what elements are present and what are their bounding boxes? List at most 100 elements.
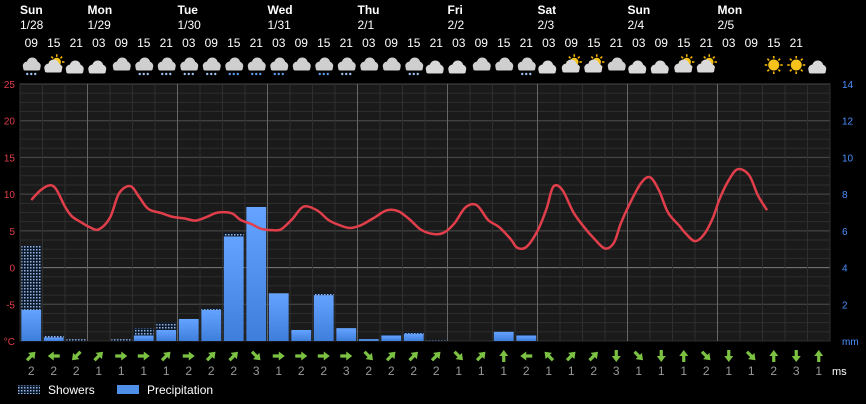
precipitation-bar (381, 335, 402, 341)
wind-arrow-shape (340, 351, 353, 361)
showers-legend-label: Showers (48, 383, 95, 397)
wind-arrow-shape (453, 350, 463, 361)
wind-arrow (769, 350, 779, 362)
wind-arrow (182, 351, 195, 361)
showers-bar (43, 335, 64, 338)
wind-arrow (160, 351, 171, 362)
wind-speed: 2 (230, 364, 237, 378)
wind-speed: 2 (73, 364, 80, 378)
sun-cloud-icon (696, 54, 717, 73)
precip-dot (138, 72, 141, 76)
wind-arrow-shape (679, 350, 689, 362)
wind-speed: 2 (590, 364, 597, 378)
sun-ray (789, 69, 793, 72)
precipitation-bar (156, 329, 177, 341)
sun-ray (599, 55, 603, 59)
wind-arrow-shape (182, 351, 195, 361)
wind-unit: ms (832, 366, 847, 378)
showers-bar (403, 331, 424, 334)
wind-arrow (228, 351, 238, 362)
moon-cloud-icon (808, 56, 827, 74)
cloud-part (135, 66, 153, 71)
cloud-snow-icon (22, 57, 41, 76)
day-date: 1/30 (178, 18, 202, 32)
cloud-part (360, 66, 378, 71)
showers-bar (66, 339, 87, 341)
precipitation-bar (21, 309, 42, 341)
wind-arrow-shape (250, 350, 261, 361)
cloud-part (315, 66, 333, 71)
hour-label: 21 (430, 36, 444, 50)
sun-ray (777, 58, 781, 61)
sun-disc (790, 59, 802, 71)
moon-shape (723, 57, 732, 73)
cloud-part (473, 66, 491, 71)
cloud-part (608, 66, 626, 71)
wind-arrow-shape (160, 351, 171, 362)
hour-label: 21 (520, 36, 534, 50)
day-name: Wed (268, 3, 293, 17)
cloud-rain-icon (315, 57, 334, 76)
precip-dot (326, 72, 329, 76)
cloud-part (448, 69, 466, 74)
showers-bar (426, 340, 447, 341)
wind-speed: 1 (478, 364, 485, 378)
precipitation-bar (223, 236, 244, 341)
wind-arrow (633, 350, 643, 361)
precip-dot (142, 72, 145, 76)
precip-dot (408, 72, 411, 76)
wind-arrow-shape (588, 351, 598, 362)
right-tick-label: 12 (842, 117, 854, 128)
wind-arrow (724, 350, 734, 362)
wind-arrow-shape (724, 350, 734, 362)
precip-dot (529, 72, 532, 76)
left-tick-label: 25 (4, 80, 16, 91)
hour-label: 21 (610, 36, 624, 50)
wind-speed: 2 (523, 364, 530, 378)
sun-ray (789, 58, 793, 61)
precip-dot (169, 72, 172, 76)
cloud-part (248, 66, 266, 71)
wind-arrow (317, 351, 330, 361)
showers-legend-swatch (18, 385, 40, 394)
precip-dot (255, 72, 258, 76)
cloud-part (584, 68, 602, 73)
weather-forecast-chart: Sun1/28Mon1/29Tue1/30Wed1/31Thu2/1Fri2/2… (4, 3, 859, 397)
wind-arrow (408, 351, 418, 362)
day-name: Mon (88, 3, 113, 17)
precip-dot (26, 72, 29, 76)
wind-speed: 2 (410, 364, 417, 378)
sun-cloud-icon (561, 54, 582, 73)
hour-label: 15 (47, 36, 61, 50)
wind-arrow-shape (814, 350, 824, 362)
forecast-header: Sun1/28Mon1/29Tue1/30Wed1/31Thu2/1Fri2/2… (20, 3, 803, 50)
sun-cloud-icon (44, 54, 65, 73)
right-tick-label: 14 (842, 80, 854, 91)
wind-speed: 1 (725, 364, 732, 378)
hour-label: 15 (497, 36, 511, 50)
wind-arrow (72, 350, 82, 361)
sun-ray (50, 55, 54, 59)
wind-speed: 3 (343, 364, 350, 378)
precipitation-bar (291, 329, 312, 341)
sun-icon (764, 56, 783, 74)
wind-speed: 2 (50, 364, 57, 378)
sun-ray (590, 55, 594, 59)
wind-speed: 1 (275, 364, 282, 378)
precip-dot (183, 72, 186, 76)
precipitation-bar (133, 335, 154, 341)
hour-label: 09 (295, 36, 309, 50)
hour-label: 03 (632, 36, 646, 50)
wind-arrow-shape (544, 351, 555, 362)
precip-dot (165, 72, 168, 76)
moon-cloud-icon (88, 56, 107, 74)
precip-dot (412, 72, 415, 76)
wind-arrow (611, 350, 621, 362)
hour-label: 03 (362, 36, 376, 50)
left-tick-label: 10 (4, 190, 16, 201)
wind-arrow (499, 350, 509, 362)
showers-bar (223, 232, 244, 237)
wind-arrow-shape (700, 350, 711, 361)
hour-label: 09 (475, 36, 489, 50)
wind-arrow-shape (611, 350, 621, 362)
